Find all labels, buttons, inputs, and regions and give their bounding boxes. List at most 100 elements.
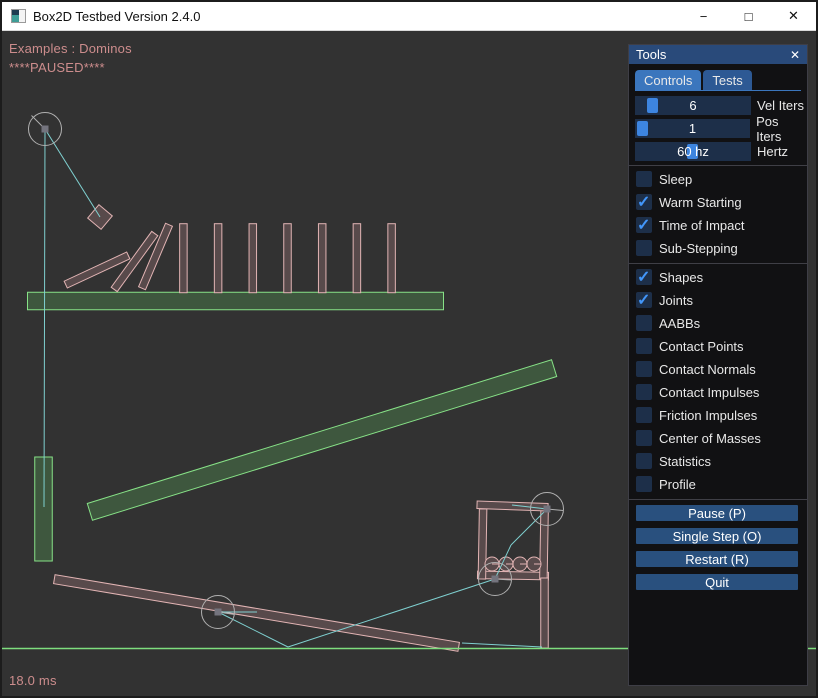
checkbox-label: Sub-Stepping (659, 241, 738, 256)
tools-window-titlebar[interactable]: Tools ✕ (629, 45, 807, 64)
window-controls: − □ ✕ (681, 2, 816, 30)
domino-3-body[interactable] (180, 224, 188, 293)
slider-label: Hertz (757, 144, 788, 159)
domino-2-body[interactable] (139, 223, 173, 289)
restart-r-button[interactable]: Restart (R) (636, 551, 798, 567)
paused-label: ****PAUSED**** (9, 60, 105, 75)
joint-anchor-point (42, 126, 49, 133)
tools-window-title: Tools (636, 47, 666, 62)
ramp-body (87, 360, 556, 520)
domino-9-body[interactable] (388, 224, 396, 293)
slider-row-pos-iters: 1Pos Iters (635, 119, 807, 138)
checkbox-row-contact-normals[interactable]: Contact Normals (636, 361, 807, 377)
checkbox-unchecked[interactable] (636, 430, 652, 446)
checkbox-row-warm-starting[interactable]: ✓ Warm Starting (636, 194, 807, 210)
checkbox-row-time-of-impact[interactable]: ✓ Time of Impact (636, 217, 807, 233)
checkbox-label: Sleep (659, 172, 692, 187)
frame-time-label: 18.0 ms (9, 673, 57, 688)
checkbox-unchecked[interactable] (636, 361, 652, 377)
cart-lid-body[interactable] (477, 501, 548, 511)
platform-body (28, 292, 444, 310)
checkbox-checked[interactable]: ✓ (636, 269, 652, 285)
checkbox-label: AABBs (659, 316, 700, 331)
slider-label: Vel Iters (757, 98, 804, 113)
cart-bottom-body[interactable] (477, 571, 548, 580)
slider-label: Pos Iters (756, 114, 807, 144)
joint-line (462, 643, 542, 647)
tab-controls[interactable]: Controls (635, 70, 701, 90)
slider-value: 6 (635, 96, 751, 115)
checkbox-unchecked[interactable] (636, 453, 652, 469)
slider-value: 1 (635, 119, 750, 138)
checkbox-checked[interactable]: ✓ (636, 217, 652, 233)
slider-value: 60 hz (635, 142, 751, 161)
checkbox-row-friction-impulses[interactable]: Friction Impulses (636, 407, 807, 423)
checkbox-row-contact-impulses[interactable]: Contact Impulses (636, 384, 807, 400)
checkbox-checked[interactable]: ✓ (636, 194, 652, 210)
joint-line (44, 129, 45, 507)
check-icon: ✓ (637, 215, 650, 235)
checkbox-label: Time of Impact (659, 218, 744, 233)
check-icon: ✓ (637, 290, 650, 310)
minimize-button[interactable]: − (681, 2, 726, 30)
checkbox-unchecked[interactable] (636, 476, 652, 492)
slider-hertz[interactable]: 60 hz (635, 142, 751, 161)
window-titlebar[interactable]: Box2D Testbed Version 2.4.0 − □ ✕ (2, 2, 816, 31)
checkbox-checked[interactable]: ✓ (636, 292, 652, 308)
checkbox-label: Friction Impulses (659, 408, 757, 423)
close-button[interactable]: ✕ (771, 2, 816, 30)
domino-5-body[interactable] (249, 224, 256, 293)
checkbox-row-aabbs[interactable]: AABBs (636, 315, 807, 331)
seesaw-plank-body[interactable] (54, 575, 460, 652)
tools-panel-body: 6Vel Iters1Pos Iters60 hzHertz Sleep✓War… (629, 91, 807, 590)
app-window: Box2D Testbed Version 2.4.0 − □ ✕ Exampl… (0, 0, 818, 698)
slider-row-hertz: 60 hz Hertz (635, 142, 807, 161)
checkbox-unchecked[interactable] (636, 315, 652, 331)
checkbox-row-statistics[interactable]: Statistics (636, 453, 807, 469)
hanging-rod-body[interactable] (541, 578, 549, 648)
checkbox-unchecked[interactable] (636, 384, 652, 400)
slider-pos-iters[interactable]: 1 (635, 119, 750, 138)
checkbox-unchecked[interactable] (636, 240, 652, 256)
slider-vel-iters[interactable]: 6 (635, 96, 751, 115)
checkbox-label: Shapes (659, 270, 703, 285)
tab-bar: ControlsTests (635, 70, 801, 91)
slider-row-vel-iters: 6 Vel Iters (635, 96, 807, 115)
single-step-o-button[interactable]: Single Step (O) (636, 528, 798, 544)
joint-anchor-point (492, 576, 499, 583)
tab-tests[interactable]: Tests (703, 70, 751, 90)
domino-7-body[interactable] (318, 224, 326, 293)
domino-6-body[interactable] (284, 224, 292, 293)
checkbox-row-sleep[interactable]: Sleep (636, 171, 807, 187)
checkbox-label: Contact Impulses (659, 385, 759, 400)
tools-close-icon[interactable]: ✕ (790, 49, 800, 61)
checkbox-label: Warm Starting (659, 195, 742, 210)
tools-window: Tools ✕ ControlsTests 6Vel Iters1Pos Ite… (628, 44, 808, 686)
checkbox-label: Center of Masses (659, 431, 761, 446)
checkbox-row-shapes[interactable]: ✓ Shapes (636, 269, 807, 285)
cart-right-wall-body[interactable] (540, 509, 549, 579)
pause-p-button[interactable]: Pause (P) (636, 505, 798, 521)
checkbox-unchecked[interactable] (636, 171, 652, 187)
checkbox-unchecked[interactable] (636, 407, 652, 423)
separator (629, 165, 807, 166)
checkbox-row-joints[interactable]: ✓ Joints (636, 292, 807, 308)
checkbox-row-profile[interactable]: Profile (636, 476, 807, 492)
joint-anchor-point (215, 609, 222, 616)
checkbox-unchecked[interactable] (636, 338, 652, 354)
checkbox-row-contact-points[interactable]: Contact Points (636, 338, 807, 354)
example-label: Examples : Dominos (9, 41, 132, 56)
checkbox-label: Contact Normals (659, 362, 756, 377)
domino-4-body[interactable] (214, 224, 222, 293)
check-icon: ✓ (637, 267, 650, 287)
separator (629, 263, 807, 264)
checkbox-label: Joints (659, 293, 693, 308)
checkbox-row-center-of-masses[interactable]: Center of Masses (636, 430, 807, 446)
checkbox-label: Statistics (659, 454, 711, 469)
checkbox-row-sub-stepping[interactable]: Sub-Stepping (636, 240, 807, 256)
checkbox-label: Contact Points (659, 339, 744, 354)
quit-button[interactable]: Quit (636, 574, 798, 590)
maximize-button[interactable]: □ (726, 2, 771, 30)
domino-8-body[interactable] (353, 224, 361, 293)
check-icon: ✓ (637, 192, 650, 212)
